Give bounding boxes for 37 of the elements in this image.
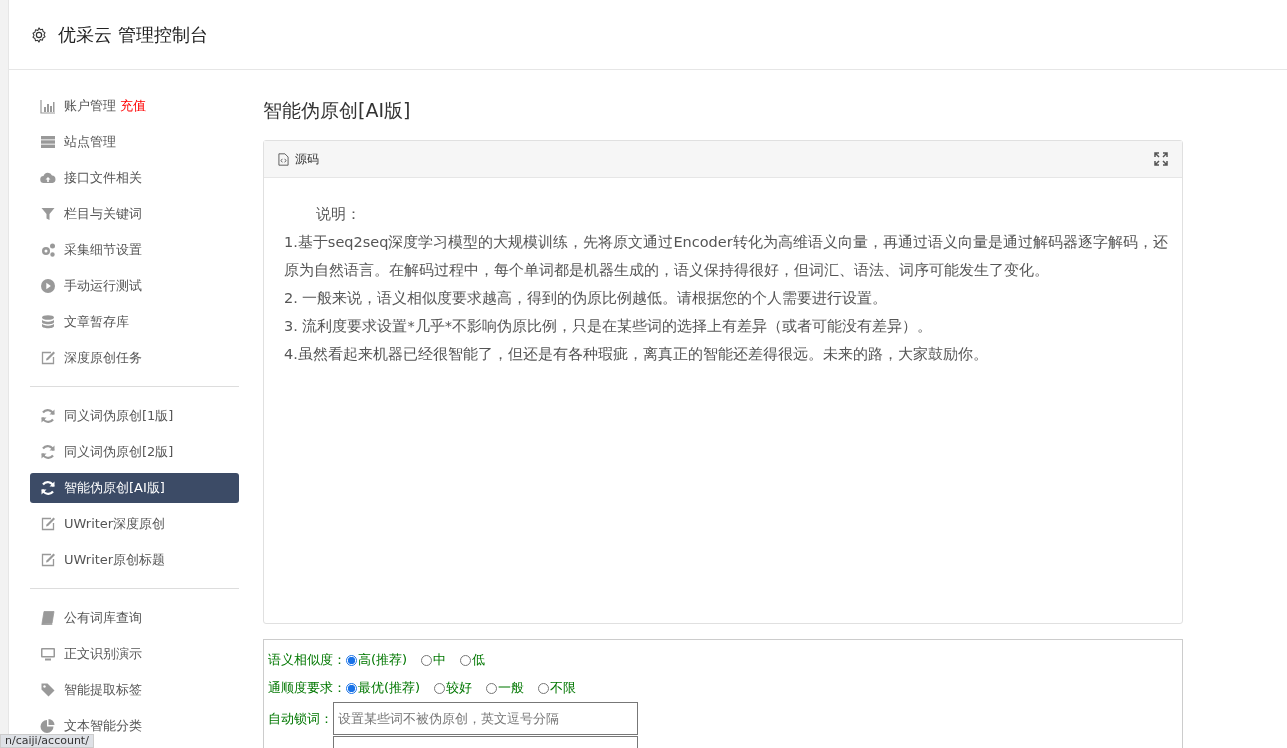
radio-option[interactable]: 较好 [434,679,473,697]
radio-option[interactable]: 不限 [538,679,577,697]
lock-words-field[interactable]: 设置某些词不被伪原创，英文逗号分隔 [333,702,638,735]
sidebar-item[interactable]: UWriter原创标题 [30,552,239,568]
sidebar-item[interactable]: 手动运行测试 [30,278,239,294]
radio-option[interactable]: 中 [421,651,447,669]
sidebar-item[interactable]: 同义词伪原创[2版] [30,444,239,460]
sidebar-item[interactable]: 深度原创任务 [30,350,239,366]
sidebar-item[interactable]: 接口文件相关 [30,170,239,186]
radio-option[interactable]: 低 [460,651,486,669]
explanation-paragraph: 2. 一般来说，语义相似度要求越高，得到的伪原比例越低。请根据您的个人需要进行设置。 [284,289,889,308]
sidebar-item[interactable]: 智能伪原创[AI版] [30,473,239,503]
radio-option[interactable]: 高(推荐) [346,651,408,669]
explanation-paragraph: 1.基于seq2seq深度学习模型的大规模训练，先将原文通过Encoder转化为高维语义向量，再通过语义向量是通过解码器逐字解码，还原为自然语言。在解码过程中，每个单词都是机器生成的，语义保持得很好，但词汇、语法、词序可能发生了变化。 [284,233,1168,280]
sidebar-item[interactable]: 公有词库查询 [30,610,239,626]
console-title: 优采云 管理控制台 [58,22,208,47]
sidebar-item[interactable]: 同义词伪原创[1版] [30,408,239,424]
sidebar-item[interactable]: 站点管理 [30,134,239,150]
sidebar-item[interactable]: 文章暂存库 [30,314,239,330]
sidebar-item[interactable]: 栏目与关键词 [30,206,239,222]
sidebar-item[interactable]: 智能提取标签 [30,682,239,698]
explanation-paragraph: 3. 流利度要求设置*几乎*不影响伪原比例，只是在某些词的选择上有差异（或者可能没有差异）。 [284,317,933,336]
option-label: 通顺度要求： [268,679,346,697]
sidebar-item[interactable]: 文本智能分类 [30,718,239,734]
sidebar-item[interactable]: 采集细节设置 [30,242,239,258]
page-title: 智能伪原创[AI版] [263,98,412,123]
radio-option[interactable]: 最优(推荐) [346,679,421,697]
intro-heading: 说明： [315,205,362,224]
source-button[interactable]: 源码 [278,150,319,168]
option-label: 自动锁词： [268,710,333,728]
explanation-paragraph: 4.虽然看起来机器已经很智能了，但还是有各种瑕疵，离真正的智能还差得很远。未来的路，大家鼓励你。 [284,345,989,364]
sidebar-item[interactable]: 正文识别演示 [30,646,239,662]
link-url-tooltip: n/caiji/account/ [0,734,94,748]
option-label: 语义相似度： [268,651,346,669]
sidebar-item[interactable]: UWriter深度原创 [30,516,239,532]
radio-option[interactable]: 一般 [486,679,525,697]
sidebar-item[interactable]: 账户管理 充值 [30,98,239,114]
